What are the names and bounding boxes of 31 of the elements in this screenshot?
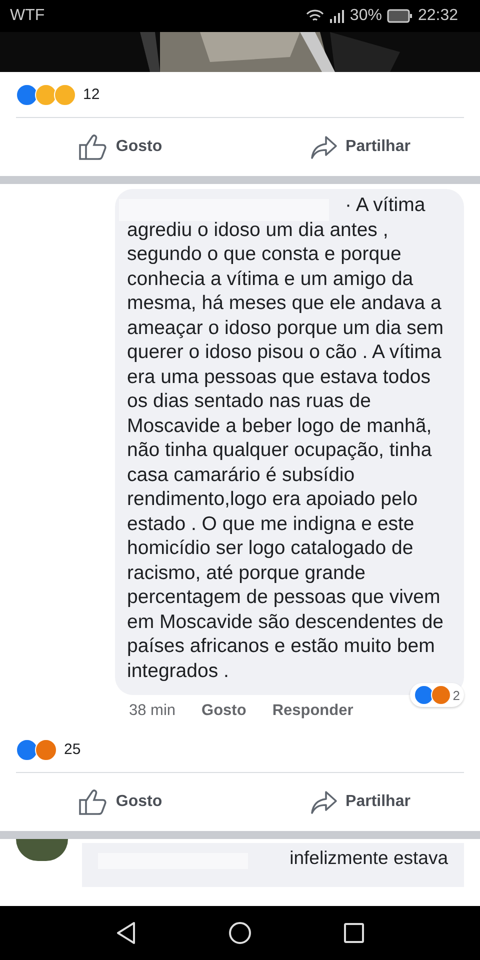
reaction-count: 2 <box>452 688 460 702</box>
wifi-icon <box>306 9 324 23</box>
app-label: WTF <box>10 7 45 25</box>
comment-time: 38 min <box>129 702 176 720</box>
share-button[interactable]: Partilhar <box>240 133 480 161</box>
clock: 22:32 <box>418 7 458 25</box>
share-arrow-icon <box>310 789 338 815</box>
reaction-count: 12 <box>83 86 100 103</box>
back-icon[interactable] <box>115 921 138 945</box>
reaction-icon <box>16 738 38 760</box>
reaction-icon <box>54 84 76 106</box>
reaction-icon <box>35 84 57 106</box>
battery-icon <box>386 9 413 23</box>
comment-text: infelizmente estava <box>290 847 448 869</box>
home-icon[interactable] <box>228 921 252 945</box>
like-button[interactable]: Gosto <box>0 132 240 162</box>
like-button[interactable]: Gosto <box>0 787 240 817</box>
share-arrow-icon <box>310 134 338 160</box>
recents-icon[interactable] <box>342 922 365 944</box>
thumbs-up-icon <box>78 133 108 161</box>
reaction-icon <box>35 738 57 760</box>
reaction-icon <box>16 84 38 106</box>
comment-text: · A vítima agrediu o idoso um dia antes , segundo o que consta e porque conhecia a vítima e um amigo da mesma, há meses que ele andava a ameaçar o idoso porque um dia sem querer o idoso pisou o cão . A vítima era uma pessoas que estava todos os dias sentado nas ruas de Moscavide a beber logo de manhã, não tinha qualquer ocupação, tinha casa camarário é subsídio rendimento,logo era apoiado pelo estado . O que me indigna e este homicídio ser logo catalogado de racismo, até porque grande percentagem de pessoas que vivem em Moscavide são descendentes de países africanos e estão muito bem integrados . <box>127 193 445 683</box>
signal-icon <box>328 9 345 23</box>
avatar <box>16 839 68 861</box>
reaction-count: 25 <box>64 741 81 758</box>
reply-link[interactable]: Responder <box>272 702 354 720</box>
like-link[interactable]: Gosto <box>202 702 246 720</box>
share-button[interactable]: Partilhar <box>240 788 480 816</box>
battery-percent: 30% <box>350 7 382 25</box>
thumbs-up-icon <box>78 788 108 816</box>
